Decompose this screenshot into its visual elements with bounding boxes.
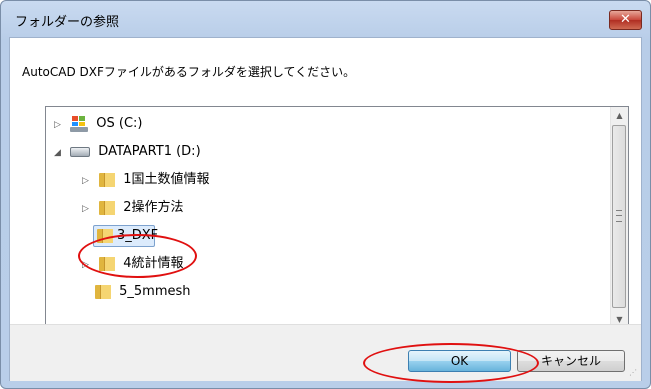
highlight-ellipse-3-dxf — [78, 234, 197, 278]
tree-item-label: DATAPART1 (D:) — [98, 144, 201, 159]
windows-drive-icon — [70, 115, 89, 132]
expand-arrow-icon[interactable]: ▷ — [82, 198, 94, 220]
close-button[interactable]: ✕ — [609, 10, 642, 30]
scrollbar-thumb[interactable] — [612, 125, 626, 308]
folder-icon — [94, 284, 111, 299]
folder-icon — [98, 200, 116, 215]
expand-arrow-icon[interactable]: ▷ — [54, 114, 66, 136]
scroll-up-arrow-icon[interactable]: ▲ — [611, 107, 628, 124]
tree-item-label: OS (C:) — [96, 116, 143, 131]
collapse-arrow-icon[interactable]: ◢ — [54, 142, 66, 164]
tree-item-folder-2[interactable]: ▷ 2操作方法 — [82, 197, 184, 219]
folder-tree[interactable]: ▷ OS (C:) ◢ DATAPART1 (D:) ▷ 1国土数値情報 ▷ 2… — [45, 106, 629, 329]
highlight-ellipse-ok — [363, 343, 539, 383]
tree-item-label: 5_5mmesh — [119, 284, 191, 299]
tree-item-folder-1[interactable]: ▷ 1国土数値情報 — [82, 169, 210, 191]
hard-drive-icon — [70, 146, 91, 157]
instruction-text: AutoCAD DXFファイルがあるフォルダを選択してください。 — [22, 65, 356, 79]
tree-item-datapart1-d[interactable]: ◢ DATAPART1 (D:) — [54, 141, 201, 163]
title-bar: フォルダーの参照 ✕ — [1, 1, 650, 37]
expand-arrow-icon[interactable]: ▷ — [82, 170, 94, 192]
folder-browse-dialog: フォルダーの参照 ✕ AutoCAD DXFファイルがあるフォルダを選択してくだ… — [0, 0, 651, 389]
grip-icon — [616, 210, 622, 222]
folder-icon — [98, 172, 116, 187]
resize-grip-icon[interactable]: ⋰ — [629, 368, 639, 378]
window-title: フォルダーの参照 — [15, 15, 120, 30]
tree-item-label: 2操作方法 — [123, 200, 184, 215]
dialog-client-area: AutoCAD DXFファイルがあるフォルダを選択してください。 ▷ OS (C… — [9, 37, 642, 381]
vertical-scrollbar[interactable]: ▲ ▼ — [610, 107, 628, 328]
tree-item-label: 1国土数値情報 — [123, 172, 210, 187]
tree-item-folder-5[interactable]: 5_5mmesh — [94, 281, 191, 303]
tree-item-os-c[interactable]: ▷ OS (C:) — [54, 113, 143, 135]
